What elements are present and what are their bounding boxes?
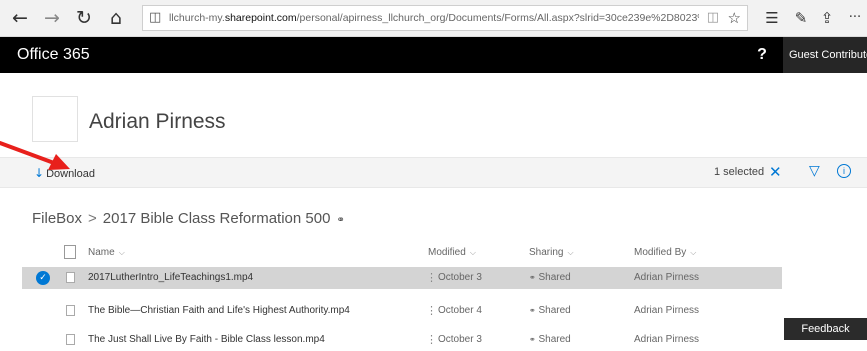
file-icon (66, 305, 75, 316)
command-bar: ↓ Download 1 selected ✕ ▽ i (0, 157, 867, 188)
lock-icon: ◫ (149, 10, 162, 25)
modified-by[interactable]: Adrian Pirness (634, 305, 699, 316)
table-row[interactable]: The Bible—Christian Faith and Life's Hig… (22, 300, 782, 322)
sharing-status[interactable]: ⚭ Shared (529, 334, 571, 345)
suite-bar: Office 365 ? Guest Contributor (0, 37, 867, 73)
help-button[interactable]: ? (747, 37, 777, 73)
forward-icon[interactable]: → (40, 6, 64, 30)
modified-by[interactable]: Adrian Pirness (634, 272, 699, 283)
reading-view-icon[interactable]: ◫ (707, 10, 719, 25)
chevron-down-icon: ⌵ (567, 248, 574, 257)
table-row[interactable]: ✓ 2017LutherIntro_LifeTeachings1.mp4 ⋮ O… (22, 267, 782, 289)
file-name-link[interactable]: 2017LutherIntro_LifeTeachings1.mp4 (88, 272, 253, 283)
refresh-icon[interactable]: ↻ (72, 6, 96, 30)
modified-date: October 4 (438, 305, 482, 316)
hub-icon[interactable]: ☰ (760, 6, 784, 30)
file-name-link[interactable]: The Bible—Christian Faith and Life's Hig… (88, 305, 350, 316)
file-icon (66, 334, 75, 345)
column-header-modified[interactable]: Modified ⌵ (428, 247, 476, 258)
selected-count: 1 selected (714, 166, 765, 178)
clear-selection-icon[interactable]: ✕ (769, 163, 782, 181)
column-header-name[interactable]: Name ⌵ (88, 247, 125, 258)
breadcrumb-separator: > (88, 210, 97, 227)
home-icon[interactable]: ⌂ (104, 6, 128, 30)
modified-by[interactable]: Adrian Pirness (634, 334, 699, 345)
address-bar[interactable]: ◫ llchurch-my.sharepoint.com/personal/ap… (142, 5, 748, 31)
table-header: Name ⌵ Modified ⌵ Sharing ⌵ Modified By ⌵ (22, 245, 782, 267)
sharing-status[interactable]: ⚭ Shared (529, 272, 571, 283)
file-type-header-icon[interactable] (64, 245, 76, 259)
shared-people-icon: ⚭ (529, 335, 536, 344)
download-icon: ↓ (34, 166, 45, 180)
breadcrumb-current: 2017 Bible Class Reformation 500 (102, 210, 331, 227)
more-actions-icon[interactable]: ⋮ (426, 271, 437, 284)
share-icon[interactable]: ⇪ (815, 6, 839, 30)
site-title[interactable]: Adrian Pirness (89, 110, 226, 134)
more-actions-icon[interactable]: ⋮ (426, 333, 437, 346)
feedback-button[interactable]: Feedback (784, 318, 867, 340)
file-icon (66, 272, 75, 283)
pen-icon[interactable]: ✎ (789, 6, 813, 30)
shared-people-icon: ⚭ (529, 306, 536, 315)
row-checkmark-icon[interactable]: ✓ (36, 271, 50, 285)
column-header-sharing[interactable]: Sharing ⌵ (529, 247, 574, 258)
info-icon[interactable]: i (837, 164, 851, 178)
file-name-link[interactable]: The Just Shall Live By Faith - Bible Cla… (88, 334, 325, 345)
chevron-down-icon: ⌵ (469, 248, 476, 257)
filter-icon[interactable]: ▽ (809, 163, 820, 179)
browser-toolbar: ← → ↻ ⌂ ◫ llchurch-my.sharepoint.com/per… (0, 0, 867, 37)
chevron-down-icon: ⌵ (118, 248, 125, 257)
download-button[interactable]: ↓ Download (34, 166, 95, 180)
app-brand[interactable]: Office 365 (17, 46, 90, 64)
back-icon[interactable]: ← (8, 6, 32, 30)
modified-date: October 3 (438, 334, 482, 345)
more-actions-icon[interactable]: ⋮ (426, 304, 437, 317)
chevron-down-icon: ⌵ (690, 248, 697, 257)
shared-people-icon: ⚭ (336, 215, 345, 226)
sharing-status[interactable]: ⚭ Shared (529, 305, 571, 316)
breadcrumb: FileBox >2017 Bible Class Reformation 500… (32, 210, 345, 227)
column-header-modified-by[interactable]: Modified By ⌵ (634, 247, 696, 258)
shared-people-icon: ⚭ (529, 273, 536, 282)
modified-date: October 3 (438, 272, 482, 283)
user-account-button[interactable]: Guest Contributor (783, 37, 867, 73)
address-url[interactable]: llchurch-my.sharepoint.com/personal/apir… (169, 12, 699, 24)
breadcrumb-root[interactable]: FileBox (32, 210, 82, 227)
star-icon[interactable]: ☆ (728, 9, 741, 27)
site-logo (32, 96, 78, 142)
more-icon[interactable]: ··· (843, 6, 867, 30)
download-label: Download (46, 168, 95, 180)
